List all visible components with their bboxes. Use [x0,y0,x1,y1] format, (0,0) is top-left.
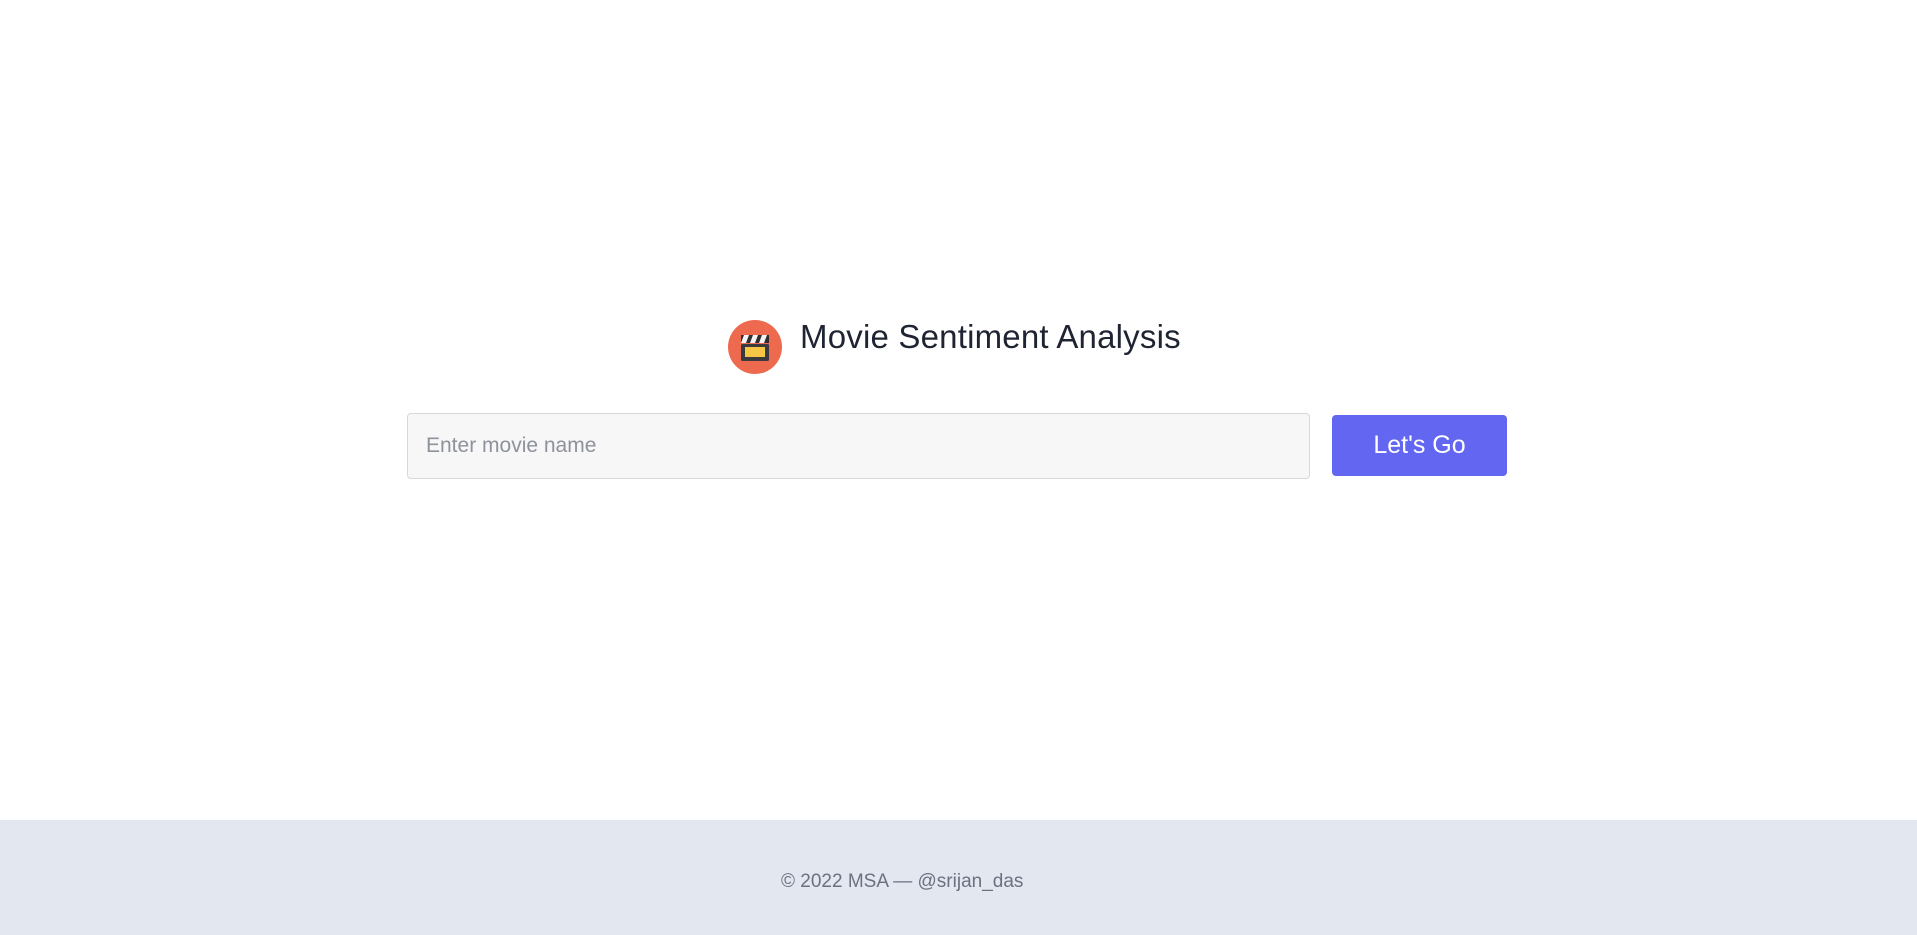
logo [728,320,782,374]
clapperboard-icon [741,335,769,361]
lets-go-button[interactable]: Let's Go [1332,415,1507,476]
page: Movie Sentiment Analysis Let's Go © 2022… [0,0,1917,935]
main-content: Movie Sentiment Analysis Let's Go [0,0,1917,820]
movie-search-input[interactable] [407,413,1310,479]
page-title: Movie Sentiment Analysis [800,317,1181,355]
brand-header: Movie Sentiment Analysis [728,317,1181,374]
footer-copyright: © 2022 MSA — @srijan_das [781,871,1024,892]
